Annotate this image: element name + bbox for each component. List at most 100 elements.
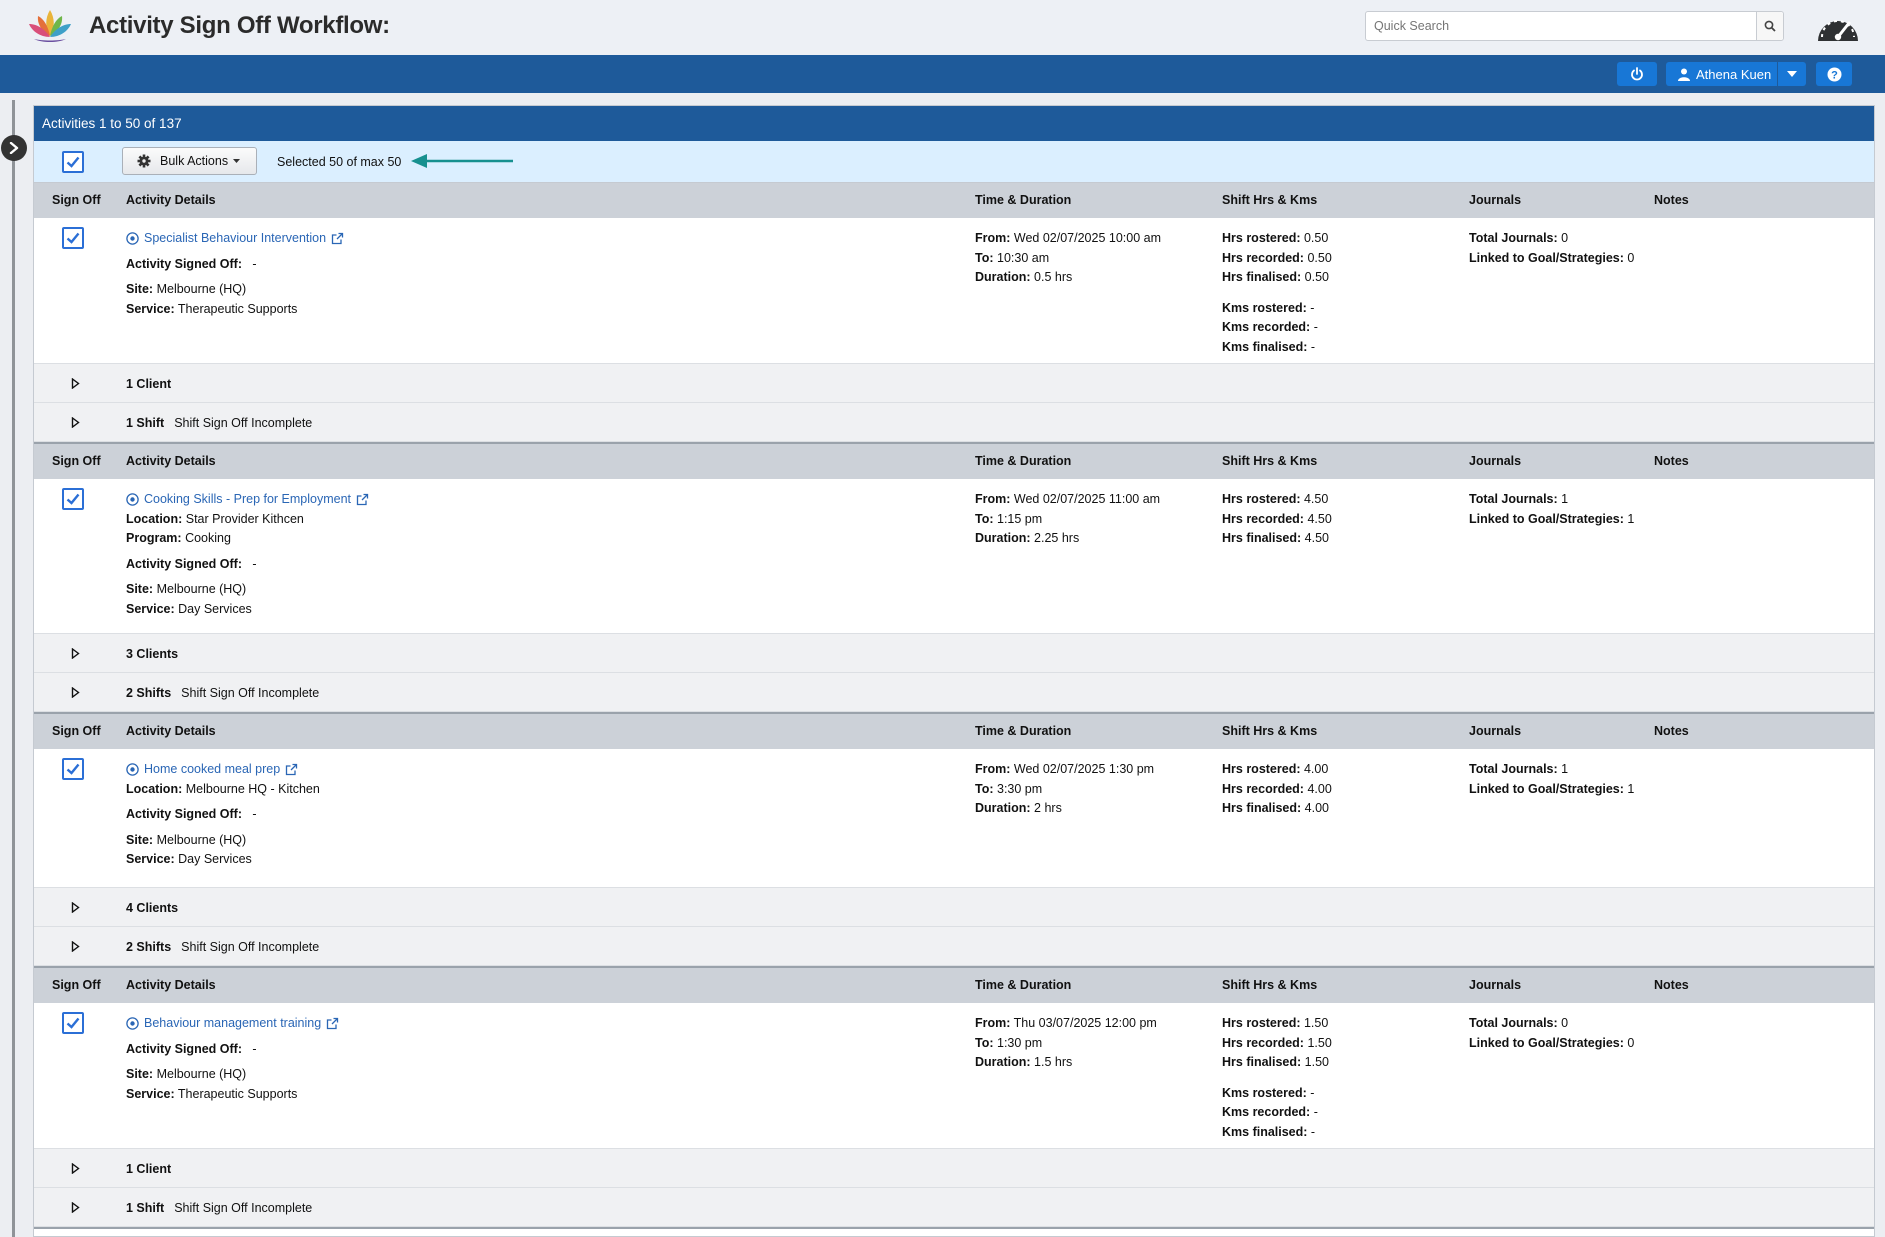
- to-value: 1:30 pm: [997, 1035, 1043, 1050]
- total-journals-value: 0: [1561, 231, 1569, 245]
- from-label: From:: [975, 762, 1011, 776]
- select-all-checkbox[interactable]: [62, 151, 84, 173]
- hrs-recorded-value: 4.00: [1307, 781, 1332, 796]
- site-line: Site: Melbourne (HQ): [126, 280, 344, 300]
- clients-row[interactable]: 3 Clients: [34, 634, 1874, 673]
- activity-link[interactable]: Specialist Behaviour Intervention: [126, 229, 344, 249]
- signed-off-label: Activity Signed Off:: [126, 256, 242, 271]
- activity-link[interactable]: Home cooked meal prep: [126, 760, 320, 780]
- column-header-time-duration: Time & Duration: [975, 454, 1072, 468]
- journals-cell: Total Journals: 0 Linked to Goal/Strateg…: [1469, 229, 1634, 268]
- activity-row: Behaviour management training Activity S…: [34, 1003, 1874, 1149]
- total-journals-line: Total Journals: 0: [1469, 1014, 1634, 1034]
- help-button[interactable]: ?: [1816, 62, 1852, 86]
- activity-details-cell: Cooking Skills - Prep for Employment Loc…: [126, 490, 369, 619]
- hrs-rostered-label: Hrs rostered:: [1222, 492, 1301, 506]
- linked-goals-label: Linked to Goal/Strategies:: [1469, 1035, 1624, 1050]
- location-value: Melbourne HQ - Kitchen: [185, 781, 320, 796]
- check-icon: [66, 1017, 80, 1029]
- external-link-icon[interactable]: [331, 232, 344, 245]
- to-label: To:: [975, 1035, 994, 1050]
- activities-panel: Activities 1 to 50 of 137 Bulk Actions S…: [33, 105, 1875, 1237]
- shifts-count: 2 Shifts: [126, 686, 172, 700]
- sign-off-checkbox[interactable]: [62, 227, 84, 249]
- clients-row[interactable]: 1 Client: [34, 364, 1874, 403]
- clients-row[interactable]: 1 Client: [34, 1149, 1874, 1188]
- column-header-activity-details: Activity Details: [126, 978, 216, 992]
- hrs-rostered-line: Hrs rostered: 0.50: [1222, 229, 1332, 249]
- shifts-row[interactable]: 2 Shifts Shift Sign Off Incomplete: [34, 927, 1874, 966]
- column-header-notes: Notes: [1654, 454, 1689, 468]
- column-header-activity-details: Activity Details: [126, 724, 216, 738]
- column-header-shift-hrs-kms: Shift Hrs & Kms: [1222, 193, 1318, 207]
- service-label: Service:: [126, 601, 175, 616]
- expand-triangle-icon[interactable]: [71, 378, 80, 389]
- quick-search: [1365, 11, 1784, 41]
- service-value: Day Services: [178, 852, 252, 866]
- user-menu-dropdown[interactable]: [1778, 62, 1806, 86]
- search-input[interactable]: [1366, 12, 1756, 40]
- shifts-row[interactable]: 1 Shift Shift Sign Off Incomplete: [34, 1188, 1874, 1227]
- hrs-finalised-line: Hrs finalised: 1.50: [1222, 1053, 1332, 1073]
- panel-title: Activities 1 to 50 of 137: [34, 106, 1874, 141]
- column-header-time-duration: Time & Duration: [975, 724, 1072, 738]
- to-label: To:: [975, 781, 994, 796]
- service-line: Service: Therapeutic Supports: [126, 300, 344, 320]
- dashboard-gauge-icon[interactable]: [1814, 7, 1862, 47]
- column-header-sign-off: Sign Off: [52, 978, 101, 992]
- to-line: To: 1:30 pm: [975, 1034, 1157, 1054]
- selection-count: Selected 50 of max 50: [277, 155, 402, 169]
- clients-row[interactable]: 4 Clients: [34, 888, 1874, 927]
- total-journals-label: Total Journals:: [1469, 492, 1558, 506]
- sign-off-checkbox[interactable]: [62, 1012, 84, 1034]
- expand-triangle-icon[interactable]: [71, 417, 80, 428]
- kms-rostered-label: Kms rostered:: [1222, 300, 1307, 315]
- user-name: Athena Kuen: [1696, 66, 1772, 82]
- sign-off-checkbox[interactable]: [62, 758, 84, 780]
- activity-link[interactable]: Cooking Skills - Prep for Employment: [126, 490, 369, 510]
- search-button[interactable]: [1756, 12, 1783, 40]
- column-header-sign-off: Sign Off: [52, 724, 101, 738]
- lotus-logo-icon[interactable]: [26, 6, 74, 46]
- expand-triangle-icon[interactable]: [71, 1202, 80, 1213]
- check-icon: [66, 493, 80, 505]
- expand-triangle-icon[interactable]: [71, 687, 80, 698]
- external-link-icon[interactable]: [356, 493, 369, 506]
- time-duration-cell: From: Thu 03/07/2025 12:00 pm To: 1:30 p…: [975, 1014, 1157, 1073]
- user-menu-button[interactable]: Athena Kuen: [1666, 62, 1777, 86]
- column-header-sign-off: Sign Off: [52, 454, 101, 468]
- shifts-label: 1 Shift Shift Sign Off Incomplete: [126, 416, 312, 430]
- expand-triangle-icon[interactable]: [71, 1163, 80, 1174]
- journals-cell: Total Journals: 1 Linked to Goal/Strateg…: [1469, 490, 1634, 529]
- expand-triangle-icon[interactable]: [71, 648, 80, 659]
- to-value: 1:15 pm: [997, 511, 1043, 526]
- external-link-icon[interactable]: [326, 1017, 339, 1030]
- sign-off-checkbox[interactable]: [62, 488, 84, 510]
- expand-triangle-icon[interactable]: [71, 941, 80, 952]
- shifts-row[interactable]: 2 Shifts Shift Sign Off Incomplete: [34, 673, 1874, 712]
- bulk-actions-button[interactable]: Bulk Actions: [122, 147, 257, 175]
- signed-off-value: -: [252, 807, 257, 821]
- signed-off-value: -: [252, 1041, 257, 1056]
- shift-hrs-kms-cell: Hrs rostered: 1.50 Hrs recorded: 1.50 Hr…: [1222, 1014, 1332, 1142]
- site-line: Site: Melbourne (HQ): [126, 1065, 339, 1085]
- linked-goals-value: 0: [1627, 1035, 1635, 1050]
- location-label: Location:: [126, 511, 183, 526]
- external-link-icon[interactable]: [285, 763, 298, 776]
- shifts-row[interactable]: 1 Shift Shift Sign Off Incomplete: [34, 403, 1874, 442]
- bulk-actions-bar: Bulk Actions Selected 50 of max 50: [34, 141, 1874, 183]
- hrs-finalised-label: Hrs finalised:: [1222, 531, 1302, 545]
- activity-link[interactable]: Behaviour management training: [126, 1014, 339, 1034]
- linked-goals-line: Linked to Goal/Strategies: 0: [1469, 1034, 1634, 1054]
- sidebar-toggle[interactable]: [1, 135, 27, 161]
- duration-label: Duration:: [975, 270, 1031, 284]
- signed-off-label: Activity Signed Off:: [126, 1041, 242, 1056]
- service-line: Service: Day Services: [126, 600, 369, 620]
- duration-label: Duration:: [975, 801, 1031, 815]
- power-icon: [1631, 67, 1643, 81]
- service-value: Therapeutic Supports: [177, 301, 298, 316]
- hrs-rostered-value: 4.00: [1303, 762, 1329, 776]
- logout-button[interactable]: [1617, 62, 1657, 86]
- expand-triangle-icon[interactable]: [71, 902, 80, 913]
- kms-rostered-value: -: [1310, 300, 1315, 315]
